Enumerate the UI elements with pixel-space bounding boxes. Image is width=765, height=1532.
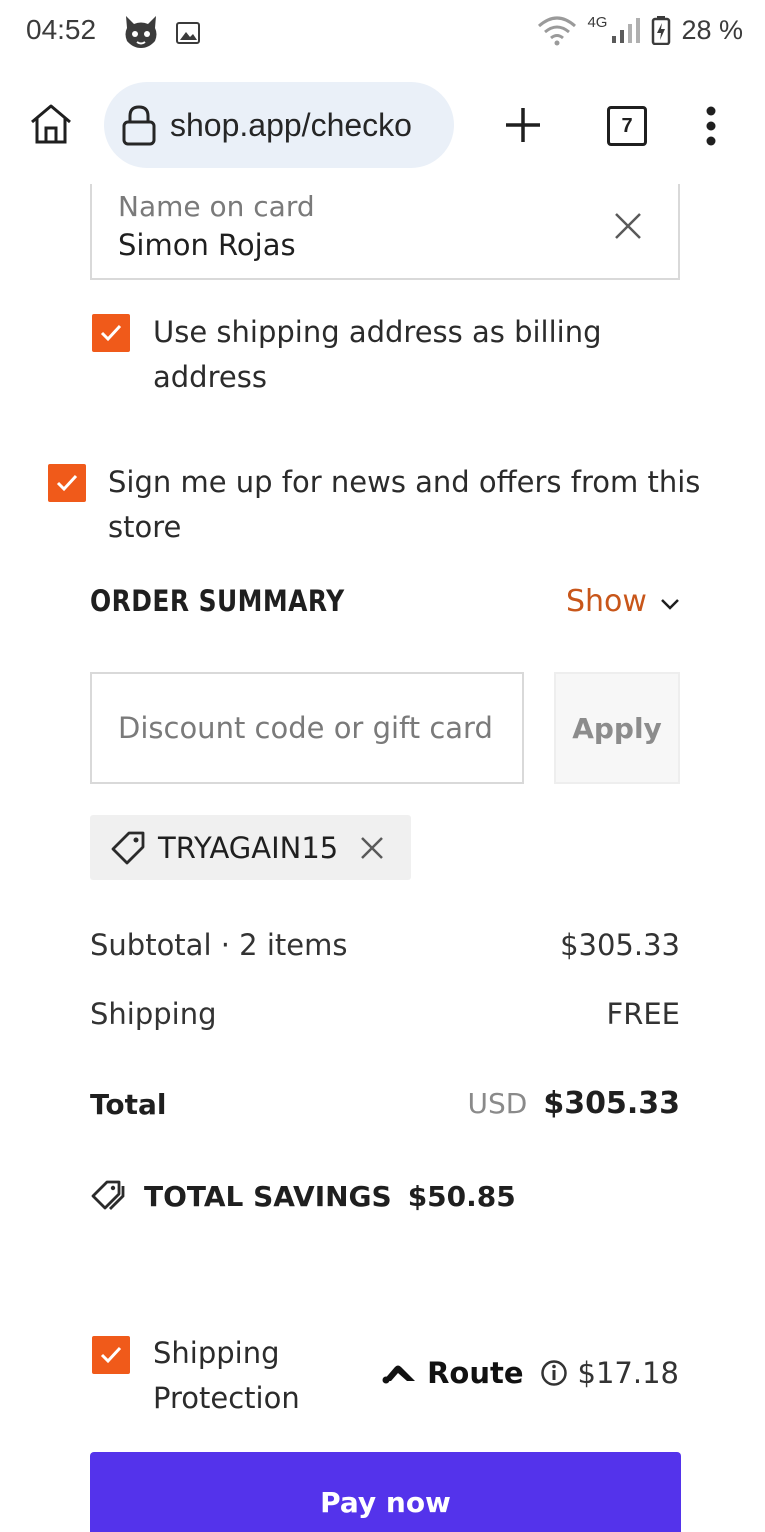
order-summary-toggle[interactable]: Show [566, 584, 647, 619]
route-logo-icon [382, 1365, 416, 1384]
signal-icon [612, 18, 641, 43]
url-text: shop.app/checko [170, 106, 412, 143]
total-amount: $305.33 [543, 1086, 680, 1121]
newsletter-checkbox[interactable] [48, 464, 86, 502]
shipping-protection-label: Shipping Protection [153, 1336, 300, 1415]
billing-address-checkbox[interactable] [92, 314, 130, 352]
route-brand-name: Route [427, 1356, 524, 1390]
discount-code-input[interactable]: Discount code or gift card [90, 672, 524, 784]
remove-discount-button[interactable] [360, 836, 384, 860]
gallery-notification-icon [176, 22, 200, 48]
apply-discount-button[interactable]: Apply [554, 672, 680, 784]
status-right: 4G 28 % [537, 14, 743, 46]
shipping-protection-checkbox[interactable] [92, 1336, 130, 1374]
home-icon [31, 104, 71, 144]
order-summary-title: ORDER SUMMARY [90, 584, 345, 618]
chevron-down-icon[interactable] [660, 596, 680, 615]
total-amount-group: USD $305.33 [468, 1086, 680, 1121]
pay-now-button[interactable]: Pay now [90, 1452, 681, 1532]
billing-address-label: Use shipping address as billing address [153, 315, 602, 394]
status-time: 04:52 [26, 14, 97, 45]
check-icon [100, 1346, 122, 1364]
app-notification-icon [122, 14, 160, 54]
check-icon [100, 324, 122, 342]
clear-name-button[interactable] [614, 212, 642, 244]
total-label: Total [90, 1088, 167, 1121]
tab-switcher-button[interactable]: 7 [607, 106, 647, 146]
more-vertical-icon [706, 106, 716, 146]
route-price: $17.18 [577, 1356, 679, 1390]
shipping-value: FREE [606, 997, 680, 1031]
savings-value: $50.85 [407, 1179, 516, 1213]
route-protection: Route $17.18 [381, 1356, 679, 1390]
name-on-card-value: Simon Rojas [118, 228, 296, 262]
name-on-card-label: Name on card [118, 190, 315, 223]
tag-icon [111, 831, 145, 864]
subtotal-label: Subtotal · 2 items [90, 928, 348, 962]
tags-icon [91, 1180, 125, 1210]
battery-charging-icon [652, 16, 671, 45]
total-savings: TOTAL SAVINGS $50.85 [90, 1179, 516, 1213]
newsletter-label: Sign me up for news and offers from this… [108, 465, 701, 544]
name-on-card-field[interactable]: Name on card Simon Rojas [90, 184, 680, 280]
info-icon [540, 1360, 567, 1386]
shipping-label: Shipping [90, 997, 217, 1031]
applied-discount-chip: TRYAGAIN15 [90, 815, 411, 880]
route-info-button[interactable] [540, 1359, 568, 1387]
subtotal-value: $305.33 [560, 928, 680, 962]
savings-label: TOTAL SAVINGS [144, 1179, 392, 1213]
close-icon [361, 836, 384, 859]
lock-icon [122, 105, 156, 146]
address-bar[interactable]: shop.app/checko [104, 82, 454, 168]
currency-code: USD [467, 1087, 528, 1120]
pay-now-label: Pay now [320, 1486, 451, 1519]
close-icon [615, 213, 641, 239]
battery-percent: 28 % [681, 14, 743, 45]
applied-code-text: TRYAGAIN15 [158, 830, 339, 865]
plus-icon [506, 108, 540, 142]
wifi-icon [538, 16, 577, 46]
home-button[interactable] [28, 102, 74, 150]
check-icon [56, 474, 78, 492]
network-type: 4G [587, 14, 608, 31]
new-tab-button[interactable] [504, 106, 542, 148]
browser-menu-button[interactable] [704, 106, 718, 150]
